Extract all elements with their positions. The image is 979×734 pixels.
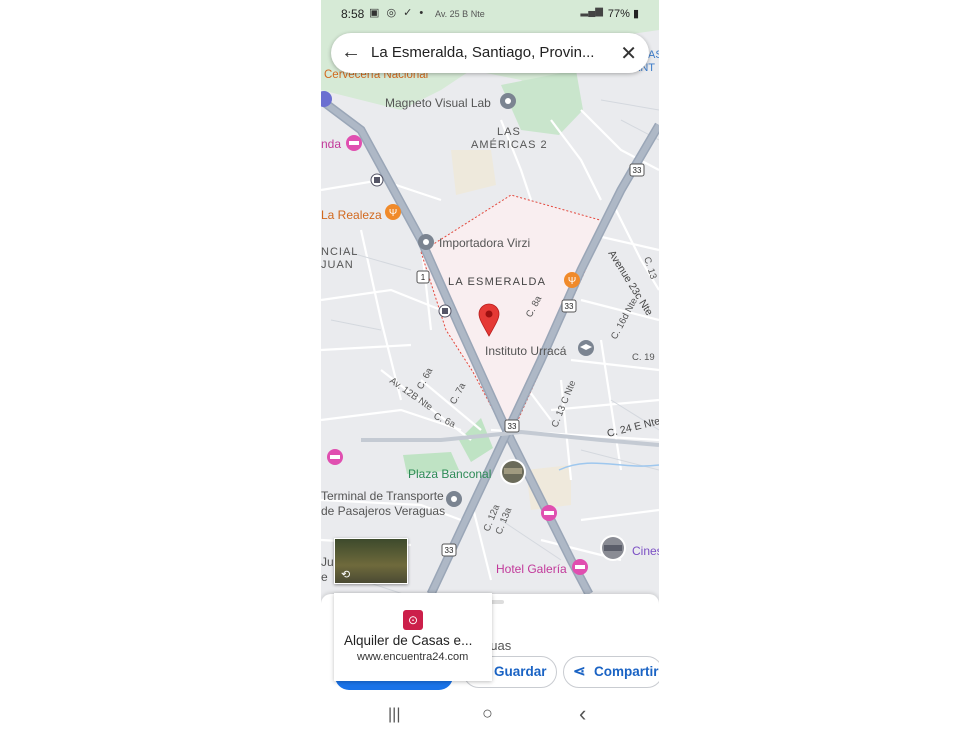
svg-text:33: 33 xyxy=(508,422,517,431)
map-label: Magneto Visual Lab xyxy=(385,96,491,110)
hotel-icon[interactable] xyxy=(327,449,343,465)
restaurant-icon[interactable]: Ψ xyxy=(564,272,580,288)
map-label: LA ESMERALDA xyxy=(448,276,546,288)
search-query[interactable]: La Esmeralda, Santiago, Provin... xyxy=(371,44,611,61)
save-button-label: Guardar xyxy=(494,664,547,679)
recents-icon[interactable]: ||| xyxy=(388,706,400,724)
map-label: C. 19 xyxy=(632,352,655,363)
status-street-label: Av. 25 B Nte xyxy=(435,9,485,19)
svg-text:Ψ: Ψ xyxy=(389,208,397,219)
battery-level: 77% ▮ xyxy=(607,8,639,20)
map-label: de Pasajeros Veraguas xyxy=(321,504,445,518)
route-shield: 1 xyxy=(416,270,430,284)
photo-marker[interactable] xyxy=(600,535,626,561)
map-label: JUAN xyxy=(321,259,354,271)
notification-icons: ▣ ◎ ✓ • xyxy=(369,7,426,19)
close-icon[interactable]: ✕ xyxy=(620,41,637,66)
android-nav-bar: ||| ○ ‹ xyxy=(321,701,659,734)
place-marker-icon[interactable] xyxy=(418,234,434,250)
restaurant-icon[interactable]: Ψ xyxy=(385,204,401,220)
svg-text:33: 33 xyxy=(633,166,642,175)
phone-screen: 33 1 33 33 33 Ψ Ψ Cervecería Nacional Ma… xyxy=(321,0,659,734)
svg-text:1: 1 xyxy=(421,273,426,282)
hotel-icon[interactable] xyxy=(346,135,362,151)
svg-text:33: 33 xyxy=(445,546,454,555)
map-label: nda xyxy=(321,137,341,151)
place-marker-icon[interactable] xyxy=(500,93,516,109)
svg-text:33: 33 xyxy=(565,302,574,311)
map-label: Instituto Urracá xyxy=(485,344,567,358)
map-label: Ju xyxy=(321,555,334,569)
photo-marker[interactable] xyxy=(500,459,526,485)
ad-url[interactable]: www.encuentra24.com xyxy=(357,651,468,663)
map-label: Cines xyxy=(632,544,659,558)
map-label: e xyxy=(321,570,328,584)
hotel-icon[interactable] xyxy=(541,505,557,521)
svg-text:Ψ: Ψ xyxy=(568,276,576,287)
home-icon[interactable]: ○ xyxy=(482,703,493,724)
back-arrow-icon[interactable]: ← xyxy=(341,41,361,64)
share-button[interactable]: ⋖ Compartir xyxy=(563,656,659,688)
route-shield: 33 xyxy=(561,299,577,313)
route-shield: 33 xyxy=(441,543,457,557)
street-view-thumbnail[interactable]: ⟲ xyxy=(334,538,408,584)
hotel-icon[interactable] xyxy=(572,559,588,575)
status-bar: 8:58 ▣ ◎ ✓ • Av. 25 B Nte ▂▄▆ 77% ▮ xyxy=(321,0,659,28)
status-time: 8:58 xyxy=(341,7,365,21)
map-label: AMÉRICAS 2 xyxy=(471,138,548,151)
route-shield: 33 xyxy=(504,419,520,433)
bus-stop-icon[interactable] xyxy=(438,304,452,318)
map-label: NCIAL xyxy=(321,246,358,258)
bus-stop-icon[interactable] xyxy=(370,173,384,187)
search-bar[interactable]: ← La Esmeralda, Santiago, Provin... ✕ xyxy=(331,33,649,73)
ad-card[interactable]: ⊙ Alquiler de Casas e... www.encuentra24… xyxy=(334,593,492,681)
map-label: AS xyxy=(648,49,659,61)
encuentra24-logo-icon: ⊙ xyxy=(403,610,423,630)
signal-icon: ▂▄▆ xyxy=(580,6,603,17)
map-label: La Realeza xyxy=(321,208,382,222)
map-label: Plaza Banconal xyxy=(408,467,491,481)
ad-title[interactable]: Alquiler de Casas e... xyxy=(344,633,472,648)
back-nav-icon[interactable]: ‹ xyxy=(579,701,586,727)
school-icon[interactable] xyxy=(578,340,594,356)
rotate-360-icon: ⟲ xyxy=(341,569,351,581)
map-label: Terminal de Transporte xyxy=(321,489,444,503)
place-marker-icon[interactable] xyxy=(446,491,462,507)
share-button-label: Compartir xyxy=(594,664,659,679)
map-label: Hotel Galería xyxy=(496,562,567,576)
route-shield: 33 xyxy=(629,163,645,177)
map-label: Importadora Virzi xyxy=(439,236,530,250)
map-label: LAS xyxy=(497,126,521,138)
share-icon: ⋖ xyxy=(573,663,586,680)
